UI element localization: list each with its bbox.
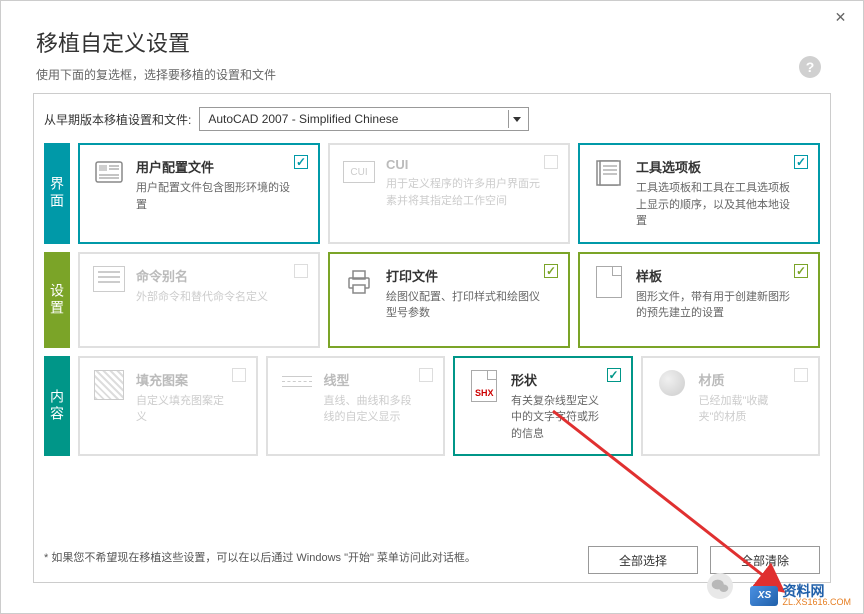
tile-checkbox <box>794 368 808 382</box>
tile-checkbox <box>232 368 246 382</box>
tile-title: 样板 <box>636 266 790 285</box>
main-panel: 从早期版本移植设置和文件: AutoCAD 2007 - Simplified … <box>33 93 831 583</box>
tile-title: 命令别名 <box>136 266 290 285</box>
cui-icon: CUI <box>340 157 378 230</box>
tile-desc: 外部命令和替代命令名定义 <box>136 289 290 306</box>
tile-checkbox[interactable]: ✓ <box>794 155 808 169</box>
category-tab-content: 内容 <box>44 356 70 457</box>
tile-material: 材质已经加载"收藏夹"的材质 <box>641 356 821 457</box>
tile-tool-palette[interactable]: 工具选项板工具选项板和工具在工具选项板上显示的顺序，以及其他本地设置 ✓ <box>578 143 820 244</box>
select-all-button[interactable]: 全部选择 <box>588 546 698 574</box>
migrate-dialog: ✕ 移植自定义设置 使用下面的复选框，选择要移植的设置和文件 ? 从早期版本移植… <box>0 0 864 614</box>
tile-title: 线型 <box>324 370 416 389</box>
tile-title: 打印文件 <box>386 266 540 285</box>
tiles-settings: 命令别名外部命令和替代命令名定义打印文件绘图仪配置、打印样式和绘图仪型号参数✓样… <box>78 252 820 348</box>
clear-all-button[interactable]: 全部清除 <box>710 546 820 574</box>
tiles-ui: 用户配置文件用户配置文件包含图形环境的设置✓CUICUI用于定义程序的许多用户界… <box>78 143 820 244</box>
tile-template[interactable]: 样板图形文件，带有用于创建新图形的预先建立的设置 ✓ <box>578 252 820 348</box>
tile-hatch: 填充图案自定义填充图案定义 <box>78 356 258 457</box>
shx-icon: SHX <box>465 370 503 443</box>
tile-desc: 用于定义程序的许多用户界面元素并将其指定给工作空间 <box>386 176 540 209</box>
tile-title: 工具选项板 <box>636 157 790 176</box>
category-tab-settings: 设置 <box>44 252 70 348</box>
tile-desc: 有关复杂线型定义中的文字字符或形的信息 <box>511 393 603 443</box>
tile-cmd-alias: 命令别名外部命令和替代命令名定义 <box>78 252 320 348</box>
tile-desc: 图形文件，带有用于创建新图形的预先建立的设置 <box>636 289 790 322</box>
dialog-header: 移植自定义设置 使用下面的复选框，选择要移植的设置和文件 <box>1 1 863 88</box>
user-profile-icon <box>90 157 128 230</box>
tile-checkbox <box>544 155 558 169</box>
hatch-icon <box>90 370 128 443</box>
tile-desc: 自定义填充图案定义 <box>136 393 228 426</box>
legacy-selected-value: AutoCAD 2007 - Simplified Chinese <box>208 112 398 126</box>
footer-note: * 如果您不希望现在移植这些设置，可以在以后通过 Windows "开始" 菜单… <box>44 546 568 567</box>
tile-title: 形状 <box>511 370 603 389</box>
tiles-content: 填充图案自定义填充图案定义线型直线、曲线和多段线的自定义显示SHX形状有关复杂线… <box>78 356 820 457</box>
tile-checkbox[interactable]: ✓ <box>294 155 308 169</box>
dialog-title: 移植自定义设置 <box>36 26 828 58</box>
tile-checkbox <box>294 264 308 278</box>
tile-desc: 工具选项板和工具在工具选项板上显示的顺序，以及其他本地设置 <box>636 180 790 230</box>
tile-checkbox[interactable]: ✓ <box>607 368 621 382</box>
wechat-icon <box>707 573 733 599</box>
category-row-settings: 设置命令别名外部命令和替代命令名定义打印文件绘图仪配置、打印样式和绘图仪型号参数… <box>44 252 820 348</box>
watermark-url: ZL.XS1616.COM <box>782 598 851 607</box>
tile-desc: 已经加载"收藏夹"的材质 <box>699 393 791 426</box>
chevron-down-icon <box>508 110 524 128</box>
tile-checkbox[interactable]: ✓ <box>544 264 558 278</box>
tile-checkbox[interactable]: ✓ <box>794 264 808 278</box>
category-row-ui: 界面用户配置文件用户配置文件包含图形环境的设置✓CUICUI用于定义程序的许多用… <box>44 143 820 244</box>
tile-user-profile[interactable]: 用户配置文件用户配置文件包含图形环境的设置 ✓ <box>78 143 320 244</box>
categories-container: 界面用户配置文件用户配置文件包含图形环境的设置✓CUICUI用于定义程序的许多用… <box>34 143 830 456</box>
cmd-alias-icon <box>90 266 128 334</box>
tile-print[interactable]: 打印文件绘图仪配置、打印样式和绘图仪型号参数 ✓ <box>328 252 570 348</box>
template-icon <box>590 266 628 334</box>
legacy-label: 从早期版本移植设置和文件: <box>44 111 191 128</box>
tile-title: CUI <box>386 157 540 172</box>
legacy-version-select[interactable]: AutoCAD 2007 - Simplified Chinese <box>199 107 529 131</box>
linetype-icon <box>278 370 316 443</box>
close-button[interactable]: ✕ <box>818 1 863 33</box>
help-button[interactable]: ? <box>799 56 821 78</box>
print-icon <box>340 266 378 334</box>
watermark-logo: XS <box>750 586 778 606</box>
tile-cui: CUICUI用于定义程序的许多用户界面元素并将其指定给工作空间 <box>328 143 570 244</box>
tile-checkbox <box>419 368 433 382</box>
tile-linetype: 线型直线、曲线和多段线的自定义显示 <box>266 356 446 457</box>
dialog-subtitle: 使用下面的复选框，选择要移植的设置和文件 <box>36 66 828 83</box>
tile-title: 用户配置文件 <box>136 157 290 176</box>
tile-desc: 用户配置文件包含图形环境的设置 <box>136 180 290 213</box>
tile-desc: 直线、曲线和多段线的自定义显示 <box>324 393 416 426</box>
tile-title: 材质 <box>699 370 791 389</box>
tile-title: 填充图案 <box>136 370 228 389</box>
material-icon <box>653 370 691 443</box>
dialog-footer: * 如果您不希望现在移植这些设置，可以在以后通过 Windows "开始" 菜单… <box>44 546 820 574</box>
category-tab-ui: 界面 <box>44 143 70 244</box>
tool-palette-icon <box>590 157 628 230</box>
legacy-version-row: 从早期版本移植设置和文件: AutoCAD 2007 - Simplified … <box>34 94 830 143</box>
tile-desc: 绘图仪配置、打印样式和绘图仪型号参数 <box>386 289 540 322</box>
watermark-cn: 资料网 <box>782 584 851 598</box>
category-row-content: 内容填充图案自定义填充图案定义线型直线、曲线和多段线的自定义显示SHX形状有关复… <box>44 356 820 457</box>
watermark: XS 资料网 ZL.XS1616.COM <box>750 584 851 607</box>
footer-buttons: 全部选择 全部清除 <box>588 546 820 574</box>
tile-shx[interactable]: SHX 形状有关复杂线型定义中的文字字符或形的信息 ✓ <box>453 356 633 457</box>
